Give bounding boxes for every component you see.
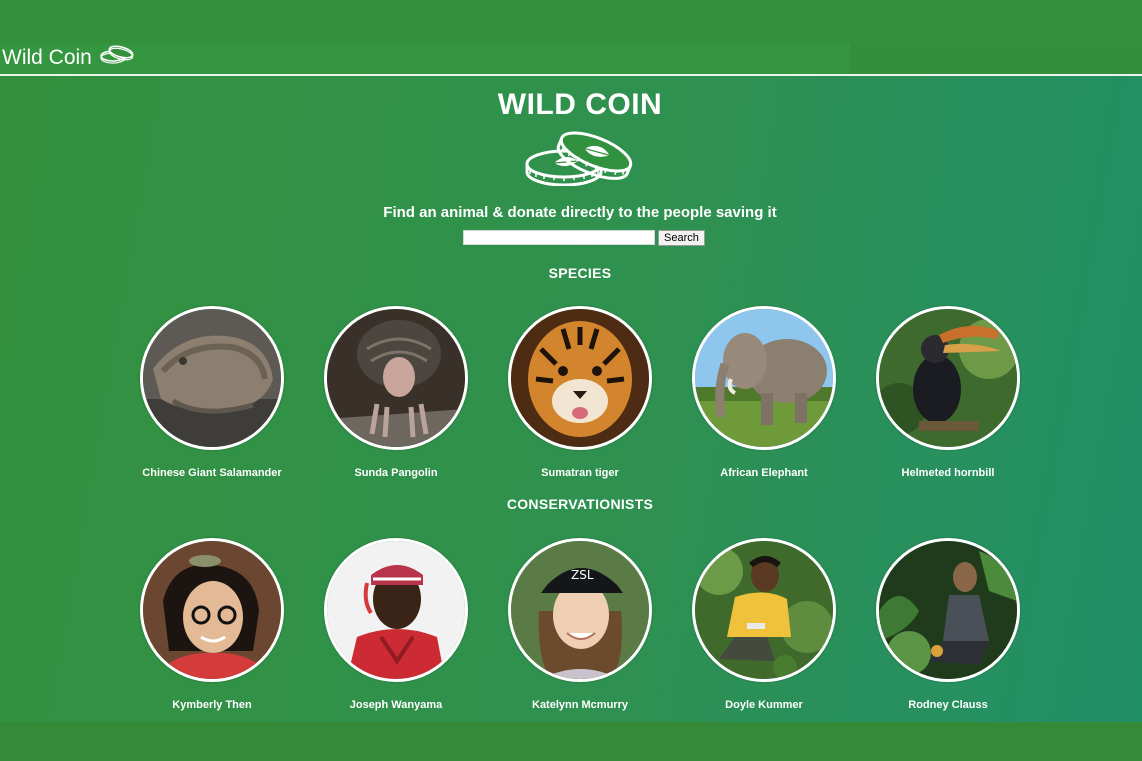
portrait-photo (876, 538, 1020, 682)
species-heading: SPECIES (548, 265, 612, 281)
species-card-elephant[interactable]: African Elephant (672, 306, 856, 479)
conservationist-card-kymberly[interactable]: Kymberly Then (120, 538, 304, 711)
conservationist-label: Doyle Kummer (725, 699, 803, 711)
species-card-tiger[interactable]: Sumatran tiger (488, 306, 672, 479)
species-card-hornbill[interactable]: Helmeted hornbill (856, 306, 1040, 479)
hornbill-photo (876, 306, 1020, 450)
hero-tagline: Find an animal & donate directly to the … (383, 204, 777, 221)
species-card-salamander[interactable]: Chinese Giant Salamander (120, 306, 304, 479)
nav-brand[interactable]: Wild Coin (2, 44, 136, 72)
species-label: Helmeted hornbill (901, 467, 995, 479)
conservationist-label: Kymberly Then (172, 699, 252, 711)
svg-text:ZSL: ZSL (571, 568, 594, 582)
portrait-photo (692, 538, 836, 682)
portrait-photo (140, 538, 284, 682)
species-label: African Elephant (720, 467, 808, 479)
coins-icon (98, 44, 136, 72)
salamander-photo (140, 306, 284, 450)
portrait-photo (324, 538, 468, 682)
search-bar: Search (463, 230, 705, 246)
nav-brand-text: Wild Coin (2, 46, 92, 69)
hero-title: WILD COIN (497, 88, 663, 121)
species-label: Chinese Giant Salamander (142, 467, 282, 479)
conservationists-heading: CONSERVATIONISTS (506, 496, 654, 512)
species-label: Sumatran tiger (541, 467, 619, 479)
conservationist-label: Katelynn Mcmurry (532, 699, 628, 711)
conservationist-card-rodney[interactable]: Rodney Clauss (856, 538, 1040, 711)
species-card-pangolin[interactable]: Sunda Pangolin (304, 306, 488, 479)
conservationist-card-joseph[interactable]: Joseph Wanyama (304, 538, 488, 711)
conservationist-card-katelynn[interactable]: ZSL Katelynn Mcmurry (488, 538, 672, 711)
coins-leaf-icon (524, 128, 636, 191)
search-input[interactable] (463, 230, 655, 245)
conservationist-label: Rodney Clauss (908, 699, 988, 711)
bottom-band (0, 722, 1142, 761)
conservationist-card-doyle[interactable]: Doyle Kummer (672, 538, 856, 711)
pangolin-photo (324, 306, 468, 450)
conservationist-label: Joseph Wanyama (349, 699, 443, 711)
species-label: Sunda Pangolin (354, 467, 438, 479)
tiger-photo (508, 306, 652, 450)
top-band (0, 0, 1142, 44)
search-button[interactable]: Search (658, 230, 705, 246)
elephant-photo (692, 306, 836, 450)
portrait-photo: ZSL (508, 538, 652, 682)
